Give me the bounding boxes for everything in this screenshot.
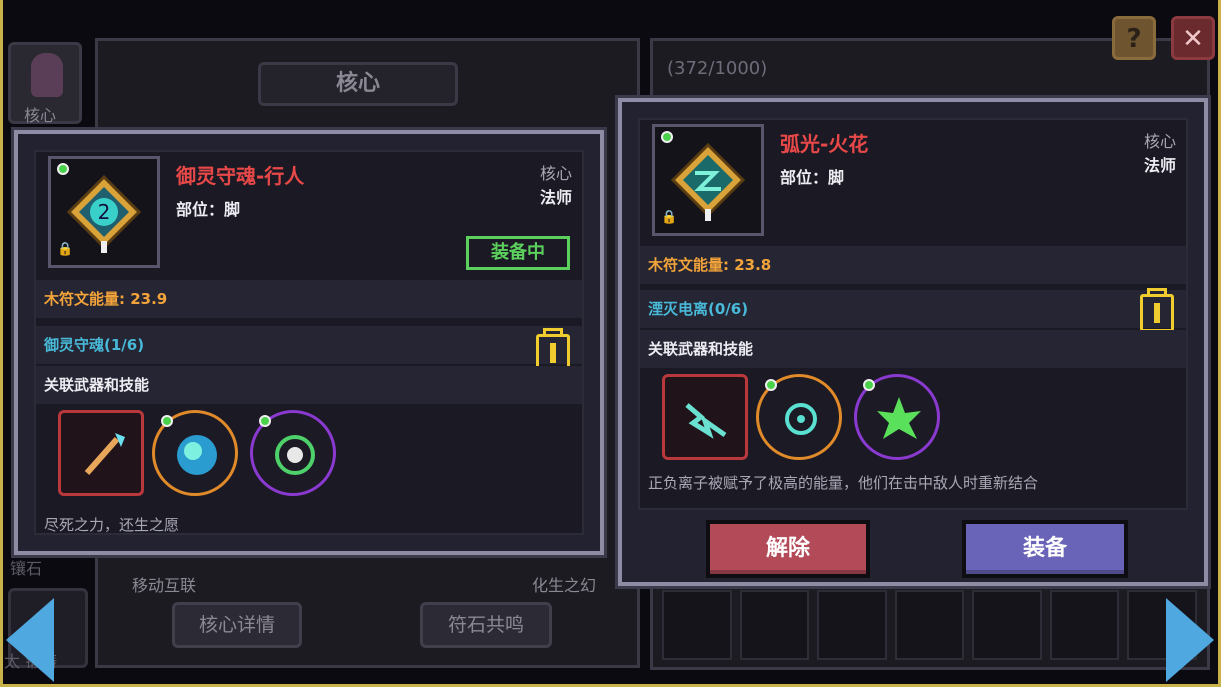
equipped-item-set-name: 御灵守魂(1/6)	[44, 336, 145, 354]
new-item-flavor-text: 正负离子被赋予了极高的能量，他们在击中敌人时重新结合	[648, 474, 1039, 492]
equipped-item-type: 核心	[539, 164, 572, 183]
set-bonus-icon[interactable]	[1140, 288, 1174, 332]
inventory-slot[interactable]	[817, 590, 887, 660]
equipped-item-icon-frame: 2 🔒	[48, 156, 160, 268]
equipped-item-class: 法师	[539, 188, 572, 207]
lock-icon: 🔒	[57, 242, 74, 257]
inventory-slot[interactable]	[894, 590, 965, 660]
arc-orb-skill-icon[interactable]	[756, 374, 842, 460]
prev-page-arrow-icon[interactable]	[6, 598, 54, 682]
equipped-related-label: 关联武器和技能	[36, 366, 582, 404]
new-item-card-body: 🔒 弧光-火花 部位：脚 核心 法师 木符文能量: 23.8 湮灭电离(0/6)…	[638, 118, 1188, 510]
inventory-capacity: (372/1000)	[667, 58, 768, 79]
core-panel-title: 核心	[258, 62, 458, 106]
rune-core-item-icon: 2	[66, 174, 142, 253]
core-details-button[interactable]: 核心详情	[172, 602, 302, 648]
lightning-gun-weapon-icon[interactable]	[662, 374, 748, 460]
gem-icon	[765, 379, 777, 391]
sidebar-inlay-label: 镶石	[10, 559, 43, 578]
equipped-item-name: 御灵守魂-行人	[176, 164, 305, 188]
unequip-button[interactable]: 解除	[706, 520, 870, 578]
new-item-type: 核心	[1143, 132, 1176, 151]
help-button[interactable]: ?	[1112, 16, 1156, 60]
inventory-slot[interactable]	[972, 590, 1042, 660]
equipped-item-card-body: 2 🔒 御灵守魂-行人 部位：脚 核心 法师 装备中 木符文能量: 23.9 御…	[34, 150, 584, 535]
new-item-class: 法师	[1143, 156, 1176, 175]
new-item-icon-frame: 🔒	[652, 124, 764, 236]
new-related-skills	[640, 374, 1186, 466]
equipped-item-set: 御灵守魂(1/6)	[36, 326, 582, 364]
core-icon	[31, 53, 63, 97]
lightning-core-item-icon	[670, 142, 746, 221]
gem-icon	[259, 415, 271, 427]
new-item-set-name: 湮灭电离(0/6)	[648, 300, 749, 318]
close-button[interactable]: ✕	[1171, 16, 1215, 60]
new-item-card: 🔒 弧光-火花 部位：脚 核心 法师 木符文能量: 23.8 湮灭电离(0/6)…	[618, 98, 1208, 586]
new-item-set: 湮灭电离(0/6)	[640, 290, 1186, 328]
inventory-slot[interactable]	[662, 590, 732, 660]
equipped-status-badge: 装备中	[466, 236, 570, 270]
inventory-slot-grid	[662, 590, 1198, 660]
inventory-slot[interactable]	[739, 590, 810, 660]
sidebar-core-label: 核心	[24, 106, 57, 125]
new-item-energy: 木符文能量: 23.8	[640, 246, 1186, 284]
equip-button[interactable]: 装备	[962, 520, 1128, 578]
gem-icon	[161, 415, 173, 427]
equipped-item-slot: 部位：脚	[176, 200, 241, 219]
spirit-orb-skill-icon[interactable]	[152, 410, 238, 496]
rune-resonance-button[interactable]: 符石共鸣	[420, 602, 552, 648]
new-related-label: 关联武器和技能	[640, 330, 1186, 368]
transform-label: 化生之幻	[532, 576, 597, 595]
inventory-slot[interactable]	[1049, 590, 1120, 660]
equipped-related-skills	[36, 410, 582, 502]
next-page-arrow-icon[interactable]	[1166, 598, 1214, 682]
green-spark-skill-icon[interactable]	[854, 374, 940, 460]
equipped-item-flavor-text: 尽死之力，还生之愿	[44, 516, 180, 534]
move-link-label: 移动互联	[132, 576, 197, 595]
lock-icon: 🔒	[661, 210, 678, 225]
staff-weapon-icon[interactable]	[58, 410, 144, 496]
equipped-item-energy: 木符文能量: 23.9	[36, 280, 582, 318]
rune-circle-skill-icon[interactable]	[250, 410, 336, 496]
new-item-slot: 部位：脚	[780, 168, 845, 187]
gem-icon	[863, 379, 875, 391]
new-item-name: 弧光-火花	[780, 132, 869, 156]
equipped-item-card: 2 🔒 御灵守魂-行人 部位：脚 核心 法师 装备中 木符文能量: 23.9 御…	[14, 130, 604, 555]
svg-text:2: 2	[98, 200, 111, 224]
